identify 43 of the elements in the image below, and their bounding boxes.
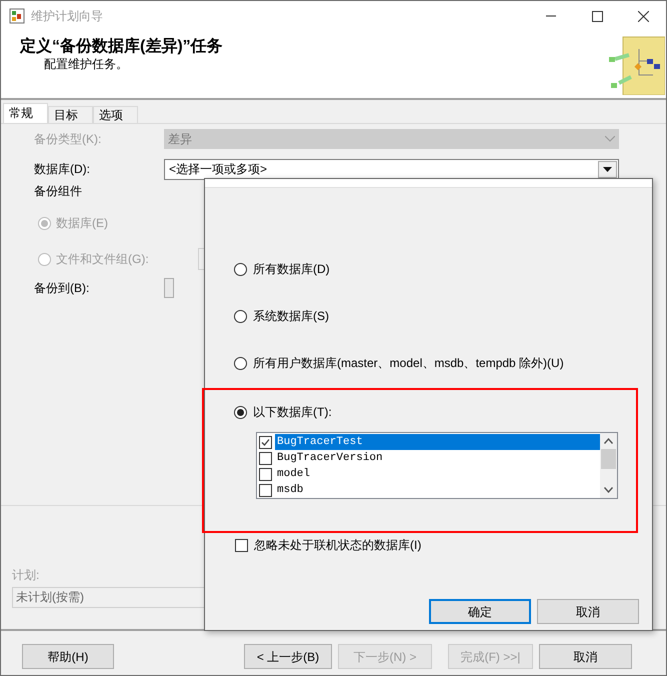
field-label: 计划: (12, 568, 40, 582)
list-item[interactable]: model (275, 466, 600, 482)
tab[interactable]: 目标 (48, 106, 93, 123)
page-subtitle: 配置维护任务。 (43, 57, 129, 71)
radio-label: 所有用户数据库(master、model、msdb、tempdb 除外)(U) (253, 355, 564, 372)
radio-label: 系统数据库(S) (253, 308, 329, 325)
wizard-button[interactable]: < 上一步(B) (244, 644, 332, 669)
dialog-button[interactable]: 取消 (537, 599, 639, 624)
window-title: 维护计划向导 (31, 8, 103, 25)
field-label: 备份到(B): (33, 280, 90, 297)
app-icon (9, 8, 25, 24)
page-title: 定义“备份数据库(差异)”任务 (20, 37, 224, 57)
scrollbar[interactable] (600, 433, 617, 498)
dialog-button[interactable]: 确定 (429, 599, 531, 624)
tab[interactable]: 选项 (93, 106, 138, 123)
radio-button[interactable] (234, 356, 247, 370)
radio-label: 以下数据库(T): (253, 404, 332, 421)
combo-box[interactable]: <选择一项或多项> (164, 158, 619, 180)
checkbox[interactable] (259, 484, 272, 496)
checkbox[interactable] (259, 452, 272, 464)
checkbox-label: 忽略未处于联机状态的数据库(I) (254, 537, 422, 554)
radio-label: 数据库(E) (56, 215, 109, 232)
radio-button[interactable] (234, 262, 247, 276)
checkbox[interactable] (259, 436, 272, 448)
list-item[interactable]: BugTracerTest (275, 434, 600, 450)
checkbox[interactable] (259, 468, 272, 480)
section-label: 备份组件 (34, 183, 82, 200)
wizard-button[interactable]: 帮助(H) (22, 644, 114, 669)
field-label: 数据库(D): (33, 161, 91, 178)
scroll-thumb[interactable] (601, 449, 616, 469)
list-item[interactable]: BugTracerVersion (275, 450, 600, 466)
radio-label: 文件和文件组(G): (56, 251, 150, 268)
radio-button[interactable] (234, 310, 247, 322)
field-label: 备份类型(K): (33, 131, 102, 148)
list-item[interactable]: msdb (275, 482, 600, 498)
radio-button[interactable] (234, 406, 247, 418)
wizard-button[interactable]: 取消 (539, 644, 632, 669)
wizard-drawing (607, 35, 665, 95)
database-list[interactable]: BugTracerTest BugTracerVersion model msdb (256, 432, 618, 499)
checkbox[interactable] (235, 538, 248, 552)
radio-label: 所有数据库(D) (253, 261, 330, 278)
chevron-down-icon (605, 136, 615, 142)
tab[interactable]: 常规 (3, 103, 48, 123)
